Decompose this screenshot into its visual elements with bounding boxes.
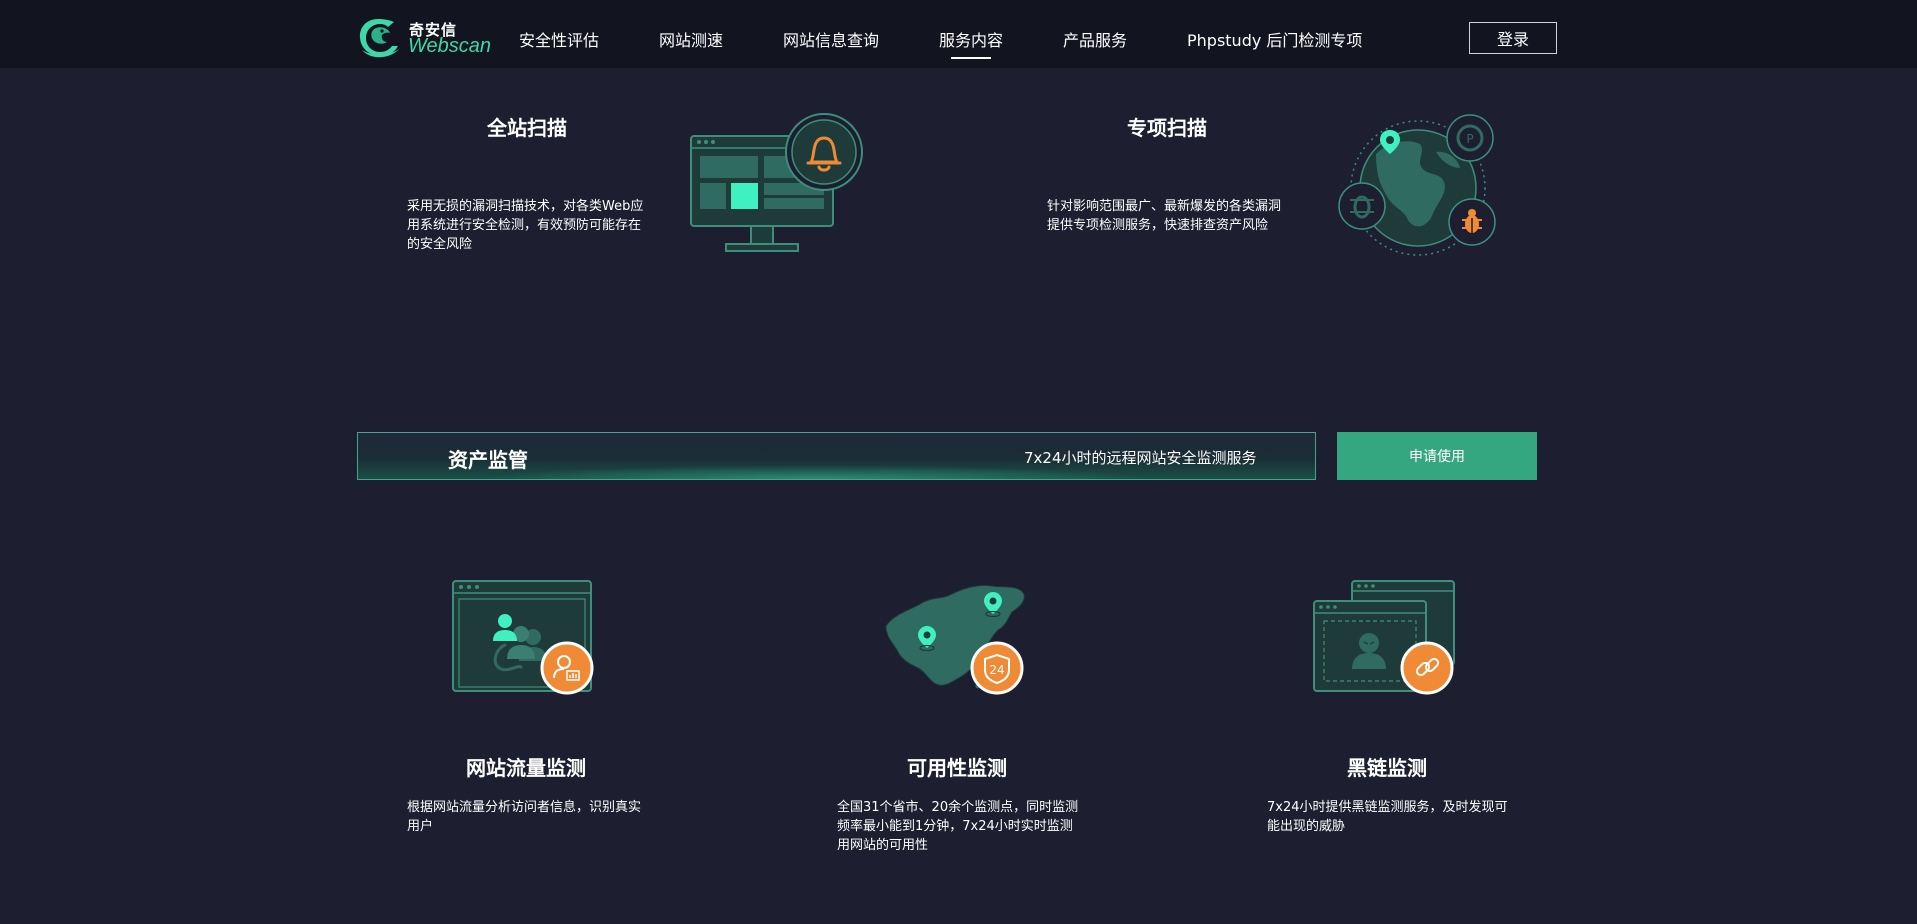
monitor-card-desc: 7x24小时提供黑链监测服务，及时发现可能出现的威胁 xyxy=(1267,800,1508,834)
hacker-link-icon xyxy=(1313,580,1455,695)
login-button[interactable]: 登录 xyxy=(1469,22,1557,54)
asset-title: 资产监管 xyxy=(448,448,528,472)
asset-subtitle: 7x24小时的远程网站安全监测服务 xyxy=(1024,449,1257,467)
monitor-card-desc: 全国31个省市、20余个监测点，同时监测频率最小能到1分钟，7x24小时实时监测… xyxy=(837,800,1079,853)
monitor-card-title: 可用性监测 xyxy=(907,756,1007,780)
scan-card-desc: 采用无损的漏洞扫描技术，对各类Web应用系统进行安全检测，有效预防可能存在的安全… xyxy=(407,199,644,252)
logo[interactable]: 奇安信 Webscan xyxy=(356,16,491,60)
china-map-24-icon: 24 xyxy=(885,585,1025,695)
scan-card-title: 专项扫描 xyxy=(1127,116,1207,140)
nav-services[interactable]: 服务内容 xyxy=(939,27,1003,59)
badge-24-text: 24 xyxy=(989,663,1004,677)
top-header: 奇安信 Webscan 安全性评估 网站测速 网站信息查询 服务内容 产品服务 … xyxy=(0,0,1917,68)
nav-products[interactable]: 产品服务 xyxy=(1063,27,1127,51)
traffic-users-icon xyxy=(452,580,594,695)
nav-site-info[interactable]: 网站信息查询 xyxy=(783,27,879,51)
nav-phpstudy[interactable]: Phpstudy 后门检测专项 xyxy=(1187,27,1362,51)
apply-button[interactable]: 申请使用 xyxy=(1337,432,1537,480)
globe-bug-icon: P xyxy=(1338,114,1496,256)
asset-monitor-banner: 资产监管 7x24小时的远程网站安全监测服务 xyxy=(357,432,1316,480)
logo-en-text: Webscan xyxy=(408,35,492,57)
svg-text:P: P xyxy=(1466,132,1473,146)
monitor-card-desc: 根据网站流量分析访问者信息，识别真实用户 xyxy=(407,800,642,834)
nav-security-assessment[interactable]: 安全性评估 xyxy=(519,27,599,51)
monitor-card-title: 网站流量监测 xyxy=(466,756,586,780)
monitor-bell-icon xyxy=(690,113,863,252)
nav-speed-test[interactable]: 网站测速 xyxy=(659,27,723,51)
monitor-card-title: 黑链监测 xyxy=(1347,756,1427,780)
scan-card-title: 全站扫描 xyxy=(487,116,567,140)
scan-card-desc: 针对影响范围最广、最新爆发的各类漏洞提供专项检测服务，快速排查资产风险 xyxy=(1047,199,1282,233)
eagle-logo-icon xyxy=(359,19,400,58)
